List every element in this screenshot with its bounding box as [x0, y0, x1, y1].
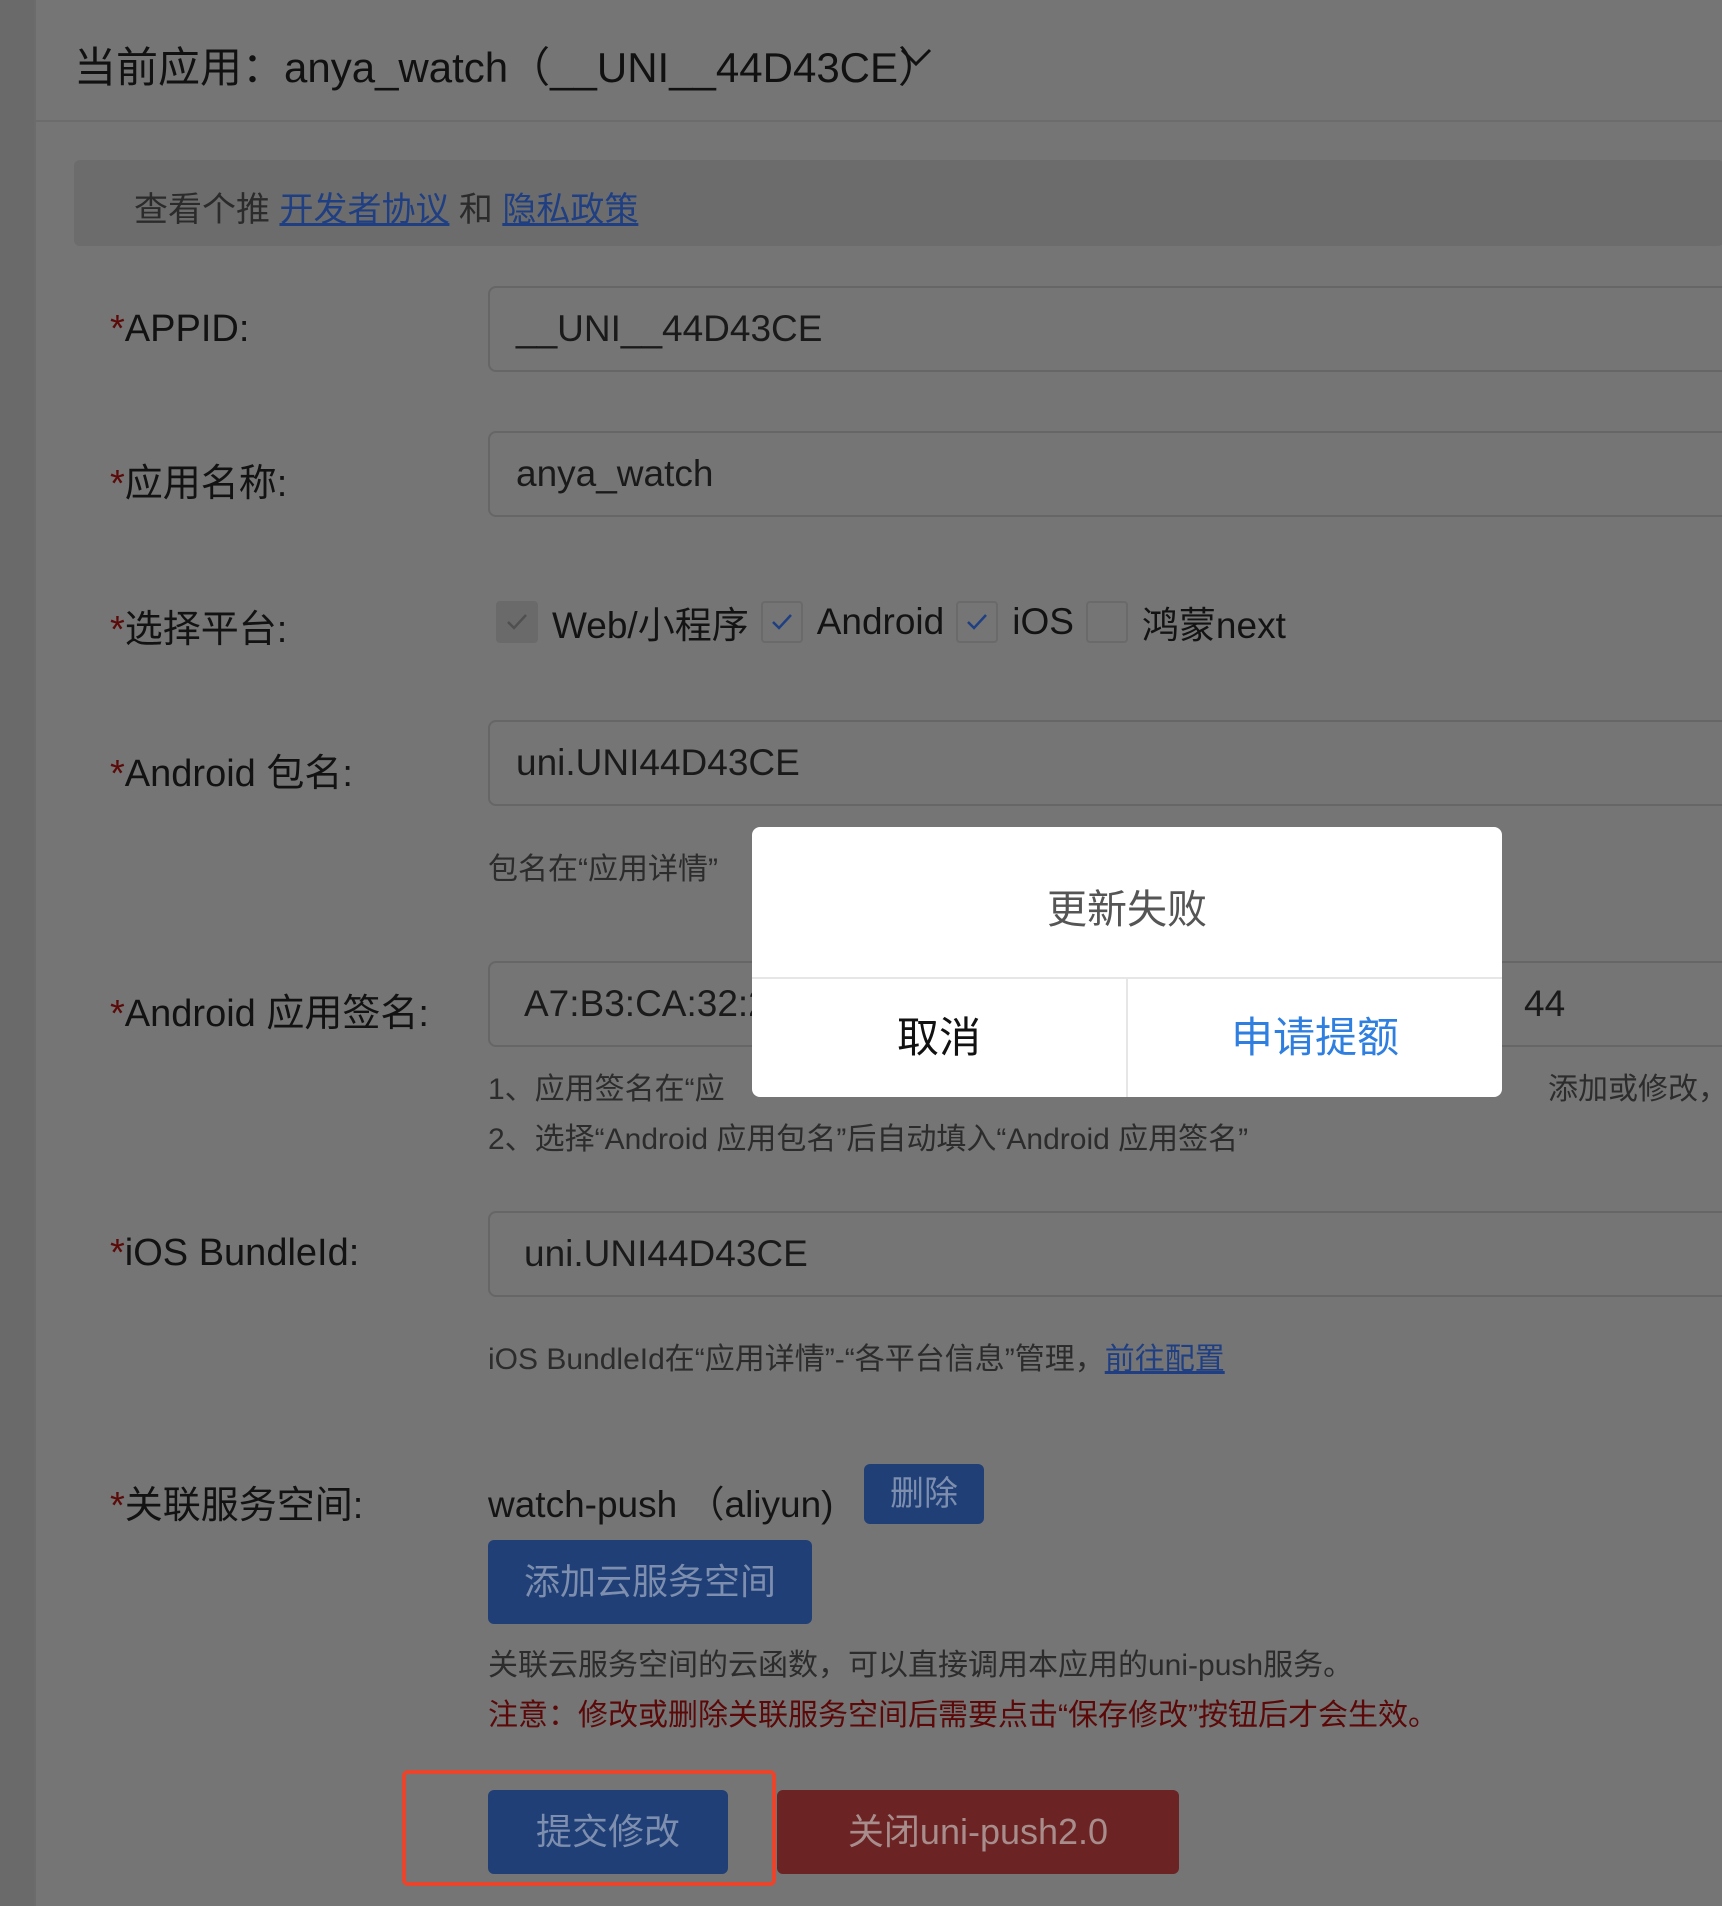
checkbox-android[interactable] — [760, 601, 803, 643]
check-icon — [507, 614, 527, 630]
agreement-notice: 查看个推 开发者协议 和 隐私政策 — [74, 160, 1722, 246]
notice-text: 查看个推 开发者协议 和 隐私政策 — [134, 182, 638, 231]
appid-label: *APPID: — [110, 308, 250, 350]
android-signature-value-end: 44 — [1524, 983, 1566, 1024]
checkbox-harmony-label: 鸿蒙next — [1141, 605, 1286, 646]
platform-label: *选择平台: — [110, 609, 288, 651]
checkbox-web[interactable] — [496, 601, 538, 643]
android-signature-hint-2: 2、选择“Android 应用包名”后自动填入“Android 应用签名” — [488, 1123, 1249, 1156]
app-name-field[interactable]: anya_watch — [488, 431, 1722, 517]
checkbox-web-label: Web/小程序 — [552, 605, 749, 646]
ios-bundle-config-link[interactable]: 前往配置 — [1105, 1343, 1225, 1376]
notice-conjunction: 和 — [458, 191, 493, 229]
android-package-hint: 包名在“应用详情” — [488, 853, 718, 886]
ios-bundle-field[interactable]: uni.UNI44D43CE — [488, 1211, 1722, 1297]
chevron-down-icon[interactable] — [896, 42, 936, 72]
privacy-policy-link[interactable]: 隐私政策 — [502, 191, 638, 229]
android-signature-label: *Android 应用签名: — [110, 993, 429, 1035]
android-signature-hint-1-tail: 添加或修改，前 — [1548, 1073, 1722, 1106]
dialog-title: 更新失败 — [1047, 888, 1207, 932]
service-space-warning: 注意：修改或删除关联服务空间后需要点击“保存修改”按钮后才会生效。 — [488, 1699, 1438, 1732]
platform-checkboxes: Web/小程序 Android iOS 鸿蒙next — [496, 600, 1298, 646]
checkbox-android-label: Android — [816, 601, 945, 642]
checkbox-ios[interactable] — [956, 601, 999, 643]
current-app-title[interactable]: 当前应用：anya_watch（__UNI__44D43CE） — [74, 34, 940, 95]
left-sidebar-edge — [0, 0, 34, 1906]
check-icon — [967, 614, 988, 630]
check-icon — [771, 614, 792, 630]
add-service-space-button[interactable]: 添加云服务空间 — [488, 1540, 812, 1624]
delete-service-space-button[interactable]: 删除 — [864, 1464, 984, 1524]
android-package-label: *Android 包名: — [110, 753, 353, 795]
dialog-request-quota-button[interactable]: 申请提额 — [1128, 979, 1502, 1097]
service-space-label: *关联服务空间: — [110, 1485, 364, 1527]
linked-service-space: watch-push （aliyun) — [488, 1484, 834, 1525]
app-name-label: *应用名称: — [110, 463, 288, 505]
app-header: 当前应用：anya_watch（__UNI__44D43CE） — [36, 0, 1722, 122]
submit-changes-button[interactable]: 提交修改 — [488, 1790, 728, 1874]
android-package-field[interactable]: uni.UNI44D43CE — [488, 720, 1722, 806]
appid-field[interactable]: __UNI__44D43CE — [488, 286, 1722, 372]
update-failed-dialog: 更新失败 取消 申请提额 — [752, 827, 1502, 1097]
android-signature-hint-1: 1、应用签名在“应 — [488, 1073, 725, 1106]
ios-bundle-label: *iOS BundleId: — [110, 1232, 360, 1274]
close-uni-push-button[interactable]: 关闭uni-push2.0 — [777, 1790, 1179, 1874]
android-signature-value: A7:B3:CA:32:2 — [524, 983, 769, 1024]
developer-agreement-link[interactable]: 开发者协议 — [279, 191, 449, 229]
service-space-hint: 关联云服务空间的云函数，可以直接调用本应用的uni-push服务。 — [488, 1649, 1354, 1682]
checkbox-ios-label: iOS — [1012, 601, 1074, 642]
screen: 当前应用：anya_watch（__UNI__44D43CE） 查看个推 开发者… — [0, 0, 1722, 1906]
notice-prefix: 查看个推 — [134, 191, 270, 229]
dialog-cancel-button[interactable]: 取消 — [752, 979, 1126, 1097]
checkbox-harmony[interactable] — [1085, 601, 1128, 643]
ios-bundle-hint: iOS BundleId在“应用详情”-“各平台信息”管理，前往配置 — [488, 1343, 1225, 1376]
